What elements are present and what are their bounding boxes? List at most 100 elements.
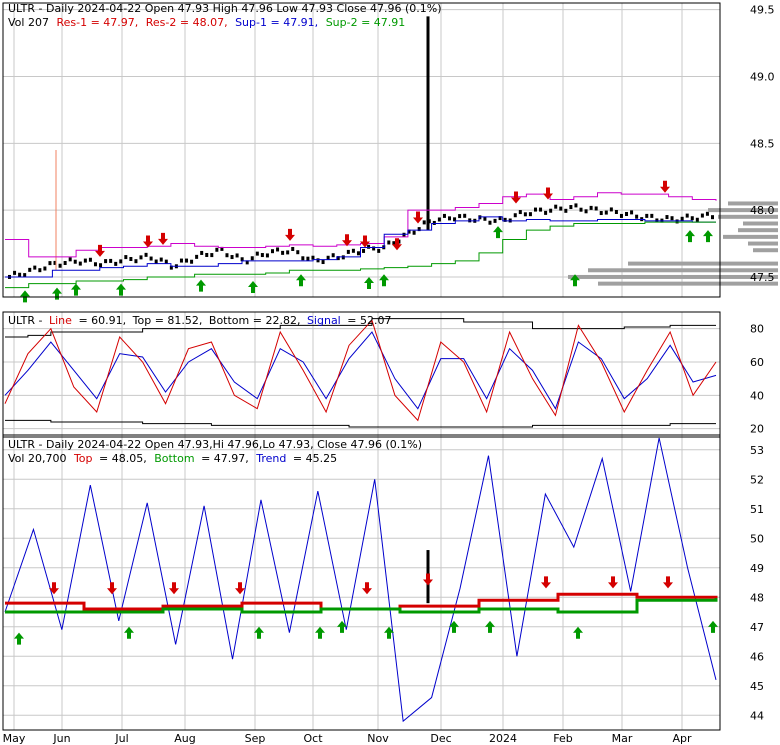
price-bar: [619, 213, 623, 218]
price-bar: [235, 253, 239, 258]
price-bar: [351, 248, 355, 253]
price-bar: [114, 261, 118, 266]
price-bar: [260, 253, 264, 258]
price-bar: [38, 268, 42, 273]
price-bar: [205, 252, 209, 257]
sell-arrow: [541, 576, 551, 589]
price-bar: [63, 260, 67, 265]
price-bar: [458, 214, 462, 219]
trend-label: Trend: [255, 452, 286, 465]
y-tick-label: 44: [750, 709, 764, 722]
buy-arrow: [685, 230, 695, 243]
price-bar: [670, 216, 674, 221]
price-bar: [700, 213, 704, 218]
price-bar: [544, 210, 548, 215]
buy-arrow: [248, 280, 258, 293]
price-bar: [685, 213, 689, 218]
price-bar: [584, 209, 588, 214]
price-bar: [448, 216, 452, 221]
price-bar: [528, 212, 532, 217]
x-tick-label: Dec: [430, 732, 451, 745]
sell-arrow: [511, 191, 521, 204]
buy-arrow: [116, 283, 126, 296]
price-bar: [625, 211, 629, 216]
y-tick-label: 49: [750, 562, 764, 575]
buy-arrow: [20, 290, 30, 303]
price-bar: [124, 255, 128, 260]
price-bar: [149, 256, 153, 261]
price-bar: [422, 220, 426, 225]
bottom-band-value: = 47.97,: [201, 452, 249, 465]
x-tick-label: Feb: [553, 732, 572, 745]
res2-label: Res-2 = 48.07,: [146, 16, 228, 29]
panel1-frame: [2, 2, 721, 298]
sell-arrow: [663, 576, 673, 589]
y-tick-label: 45: [750, 680, 764, 693]
top-band-label: Top: [73, 452, 93, 465]
price-bar: [270, 249, 274, 254]
price-bar: [362, 248, 366, 253]
y-tick-label: 40: [750, 389, 764, 402]
y-tick-label: 48: [750, 591, 764, 604]
price-bar: [695, 217, 699, 222]
sell-arrow: [362, 582, 372, 595]
buy-arrow: [52, 287, 62, 300]
sup1-label: Sup-1 = 47.91,: [235, 16, 318, 29]
price-bar: [144, 252, 148, 257]
price-bar: [594, 206, 598, 211]
price-bar: [533, 207, 537, 212]
price-bar: [291, 246, 295, 251]
price-bar: [559, 206, 563, 211]
price-bar: [28, 267, 32, 272]
line-value: = 60.91,: [78, 314, 126, 327]
volume-profile-bar: [628, 261, 778, 266]
price-bar: [630, 210, 634, 215]
price-bar: [93, 262, 97, 267]
buy-arrow: [703, 230, 713, 243]
panel3-vol: Vol 20,700: [8, 452, 66, 465]
buy-arrow: [71, 283, 81, 296]
price-bar: [711, 215, 714, 220]
price-bar: [301, 256, 305, 261]
sell-arrow: [49, 582, 59, 595]
price-bar: [609, 207, 613, 212]
sell-arrow: [158, 232, 168, 245]
price-bar: [579, 207, 583, 212]
price-bar: [604, 210, 608, 215]
sup1-line: [5, 216, 716, 278]
price-bar: [73, 259, 77, 264]
price-bar: [569, 205, 573, 210]
price-bar: [119, 259, 123, 264]
buy-arrow: [708, 620, 718, 633]
price-bar: [134, 259, 138, 264]
x-tick-label: May: [3, 732, 26, 745]
price-bar: [48, 261, 52, 266]
price-bar: [179, 258, 183, 263]
y-tick-label: 52: [750, 473, 764, 486]
x-tick-label: Sep: [245, 732, 266, 745]
price-bar: [463, 213, 467, 218]
svg-text:ULTR - Line = 60.91,: ULTR - Line = 60.91, Top = 81.52, Bottom…: [8, 314, 391, 327]
price-bar: [705, 211, 709, 216]
trend-line: [4, 437, 717, 723]
sell-arrow: [95, 244, 105, 257]
price-bars-layer: [8, 16, 778, 604]
price-bar: [675, 219, 679, 224]
y-tick-label: 80: [750, 323, 764, 336]
price-bar: [58, 263, 62, 268]
price-bar: [574, 203, 578, 208]
price-bar: [139, 255, 143, 260]
buy-arrow: [364, 276, 374, 289]
price-bar: [690, 216, 694, 221]
x-tick-label: Jul: [114, 732, 128, 745]
y-tick-label: 48.5: [750, 137, 775, 150]
x-tick-label: Nov: [367, 732, 389, 745]
y-tick-label: 50: [750, 532, 764, 545]
price-bar: [589, 205, 593, 210]
x-tick-label: 2024: [489, 732, 517, 745]
price-bar: [650, 213, 654, 218]
panel1-title: ULTR - Daily 2024-04-22 Open 47.93 High …: [8, 2, 442, 15]
signal-arrows-layer: [14, 180, 718, 645]
price-bar: [83, 258, 87, 263]
price-bar: [104, 259, 108, 264]
